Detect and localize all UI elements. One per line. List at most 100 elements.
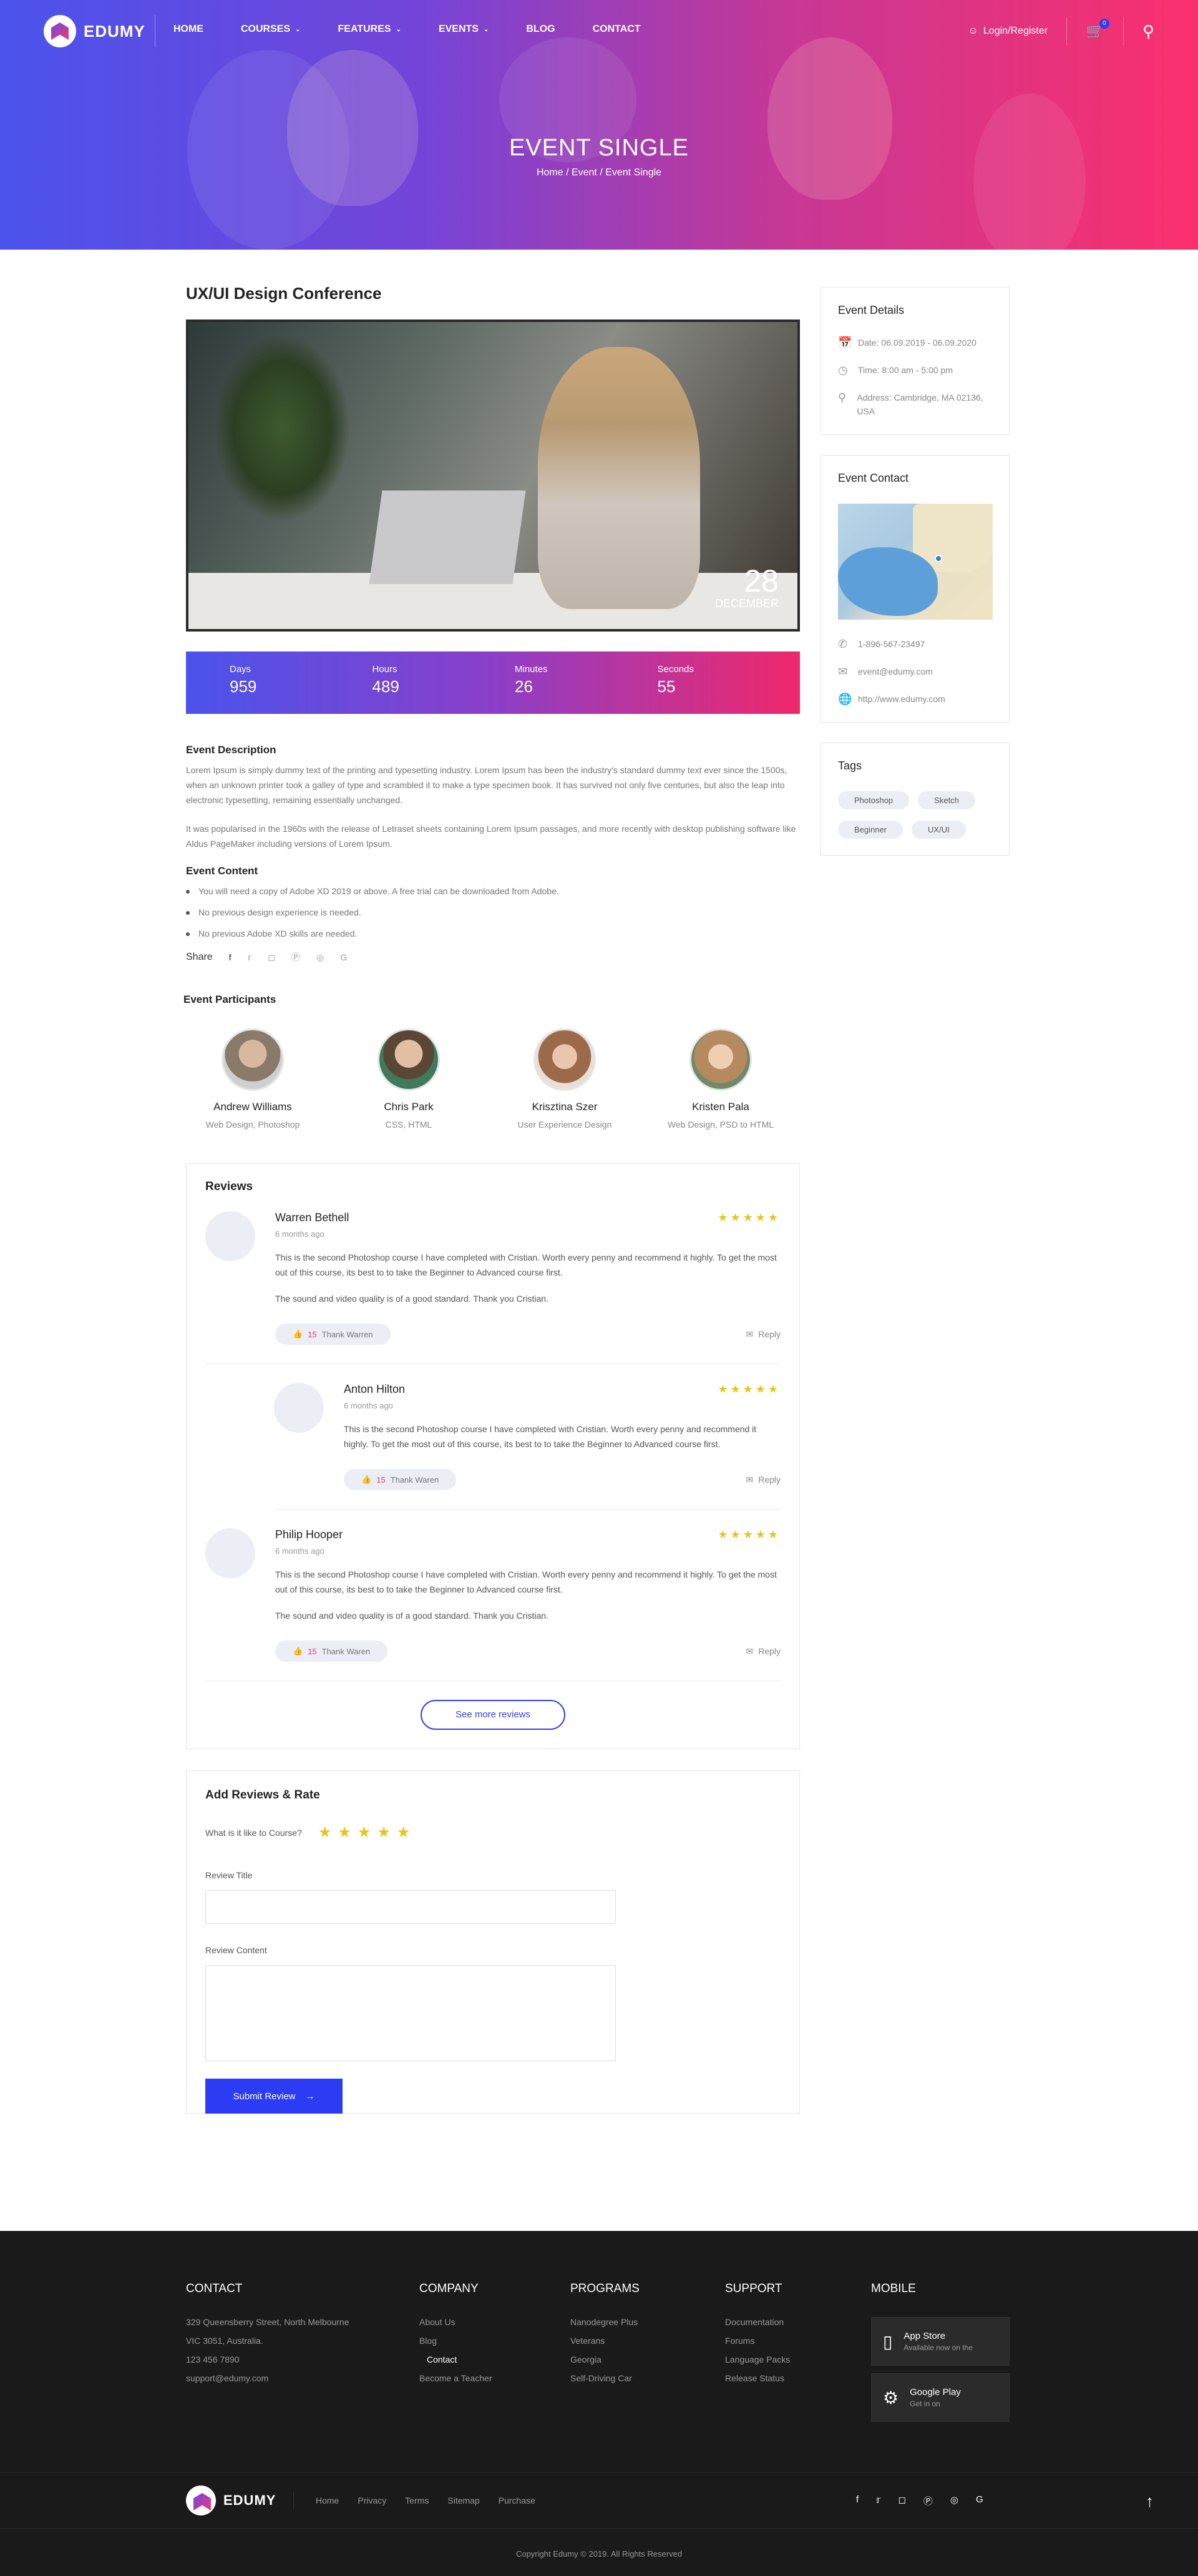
reply-button[interactable]: ✉ Reply: [746, 1475, 781, 1485]
twitter-icon[interactable]: 𝕣: [248, 952, 252, 963]
search-button[interactable]: ⚲: [1123, 17, 1154, 45]
reply-button[interactable]: ✉ Reply: [746, 1646, 781, 1657]
footer-link[interactable]: Georgia: [570, 2354, 640, 2364]
facebook-icon[interactable]: f: [856, 2494, 859, 2507]
cart-button[interactable]: 🛒 0: [1086, 18, 1109, 41]
event-location-map[interactable]: [838, 504, 993, 620]
participant-role: CSS, HTML: [385, 1120, 432, 1129]
participant-card[interactable]: Krisztina Szer User Experience Design: [487, 1028, 643, 1129]
footer-logo[interactable]: EDUMY: [186, 2486, 276, 2515]
add-review-heading: Add Reviews & Rate: [205, 1788, 320, 1802]
contact-email-text[interactable]: event@edumy.com: [858, 665, 933, 678]
review-title-input[interactable]: [205, 1890, 616, 1924]
nav-item-features[interactable]: FEATURES ⌄: [338, 24, 401, 35]
copyright-text: Copyright Edumy © 2019. All Rights Reser…: [515, 2549, 683, 2559]
footer-bottom-link[interactable]: Purchase: [499, 2496, 535, 2505]
contact-website-row: 🌐 http://www.edumy.com: [838, 692, 991, 706]
thank-button[interactable]: 👍 15 Thank Waren: [275, 1641, 388, 1662]
footer-bottom-link[interactable]: Sitemap: [447, 2496, 479, 2505]
tag-chip[interactable]: Photoshop: [838, 791, 910, 809]
reviews-section: Reviews ★★★★★ Warren Bethell 6 months ag…: [186, 1163, 800, 1749]
pinterest-icon[interactable]: Ⓟ: [291, 951, 300, 964]
dribbble-icon[interactable]: ◎: [316, 952, 324, 963]
logo-text: EDUMY: [84, 21, 145, 41]
event-address-row: ⚲ Address: Cambridge, MA 02136, USA: [838, 391, 991, 418]
facebook-icon[interactable]: f: [229, 952, 231, 962]
nav-item-courses[interactable]: COURSES ⌄: [241, 24, 301, 35]
footer-bottom-link[interactable]: Privacy: [358, 2496, 386, 2505]
tag-chip[interactable]: Sketch: [918, 791, 975, 809]
breadcrumb: Home / Event / Event Single: [536, 167, 662, 178]
tag-chip[interactable]: Beginner: [838, 821, 903, 839]
thank-label: Thank Waren: [390, 1475, 439, 1485]
see-more-reviews-button[interactable]: See more reviews: [421, 1700, 565, 1730]
reply-label: Reply: [758, 1475, 781, 1485]
twitter-icon[interactable]: 𝕣: [876, 2494, 880, 2507]
google-icon[interactable]: G: [976, 2494, 983, 2507]
page-hero: EDUMY HOME COURSES ⌄ FEATURES ⌄ EVENTS ⌄ BL…: [0, 0, 1198, 250]
participant-card[interactable]: Chris Park CSS, HTML: [331, 1028, 487, 1129]
login-register-link[interactable]: ☺ Login/Register: [968, 17, 1068, 45]
contact-website-link[interactable]: http://www.edumy.com: [858, 692, 945, 706]
arrow-right-icon: →: [305, 2091, 315, 2102]
scroll-to-top-button[interactable]: ↑: [1146, 2492, 1154, 2511]
participant-role: User Experience Design: [517, 1120, 612, 1129]
footer-bottom-link[interactable]: Home: [316, 2496, 339, 2505]
footer-divider: [293, 2492, 294, 2510]
participant-card[interactable]: Kristen Pala Web Design, PSD to HTML: [643, 1028, 799, 1129]
footer-link[interactable]: Release Status: [725, 2373, 790, 2383]
thank-button[interactable]: 👍 15 Thank Waren: [344, 1469, 457, 1490]
footer-heading: COMPANY: [419, 2282, 479, 2295]
footer-link[interactable]: Self-Driving Car: [570, 2373, 640, 2383]
footer-link[interactable]: Documentation: [725, 2317, 790, 2327]
store-name: Google Play: [910, 2387, 961, 2398]
add-review-form: Add Reviews & Rate What is it like to Co…: [186, 1770, 800, 2114]
countdown-days: Days 959: [230, 664, 373, 714]
reply-button[interactable]: ✉ Reply: [746, 1329, 781, 1340]
footer-bottom-link[interactable]: Terms: [405, 2496, 429, 2505]
footer-link[interactable]: About Us: [419, 2317, 492, 2327]
footer-link[interactable]: Forums: [725, 2336, 790, 2346]
dribbble-icon[interactable]: ◎: [950, 2494, 958, 2507]
site-logo[interactable]: EDUMY: [44, 15, 145, 47]
nav-item-home[interactable]: HOME: [173, 24, 203, 35]
event-address-text: Address: Cambridge, MA 02136, USA: [857, 393, 983, 416]
rating-star-input[interactable]: ★★★★★: [318, 1823, 417, 1842]
tags-list: Photoshop Sketch Beginner UX/UI: [838, 791, 991, 839]
android-icon: ⚙: [883, 2388, 899, 2408]
countdown-value: 959: [230, 677, 257, 696]
instagram-icon[interactable]: ◻: [268, 952, 275, 963]
share-label: Share: [186, 952, 213, 962]
submit-review-button[interactable]: Submit Review →: [205, 2079, 343, 2114]
thank-button[interactable]: 👍 15 Thank Warren: [275, 1324, 391, 1345]
footer-link[interactable]: Veterans: [570, 2336, 640, 2346]
footer-contact-line: VIC 3051, Australia.: [186, 2336, 263, 2346]
participant-role: Web Design, Photoshop: [205, 1120, 300, 1129]
participant-card[interactable]: Andrew Williams Web Design, Photoshop: [175, 1028, 331, 1129]
google-play-button[interactable]: ⚙ Google Play Get in on: [871, 2373, 1010, 2422]
tag-chip[interactable]: UX/UI: [912, 821, 966, 839]
footer-link[interactable]: Become a Teacher: [419, 2373, 492, 2383]
nav-item-events[interactable]: EVENTS ⌄: [439, 24, 489, 35]
footer-heading: SUPPORT: [725, 2282, 782, 2295]
footer-link[interactable]: Blog: [419, 2336, 492, 2346]
event-details-box: Event Details 📅 Date: 06.09.2019 - 06.09…: [820, 287, 1010, 435]
footer-mobile-column: MOBILE ▯ App Store Available now on the …: [871, 2282, 1010, 2429]
footer-contact-line[interactable]: support@edumy.com: [186, 2373, 349, 2383]
clock-icon: ◷: [838, 364, 848, 376]
review-content-textarea[interactable]: [205, 1965, 616, 2061]
rating-question-label: What is it like to Course?: [205, 1827, 302, 1838]
nav-item-contact[interactable]: CONTACT: [593, 24, 641, 35]
avatar: [689, 1028, 752, 1091]
app-store-button[interactable]: ▯ App Store Available now on the: [871, 2317, 1010, 2366]
submit-label: Submit Review: [233, 2091, 296, 2102]
user-icon: ☺: [968, 26, 978, 36]
pinterest-icon[interactable]: Ⓟ: [923, 2494, 933, 2507]
google-icon[interactable]: G: [340, 952, 347, 962]
nav-item-blog[interactable]: BLOG: [526, 24, 555, 35]
countdown-label: Seconds: [657, 664, 694, 675]
instagram-icon[interactable]: ◻: [898, 2494, 905, 2507]
footer-link[interactable]: Language Packs: [725, 2354, 790, 2364]
footer-link[interactable]: Nanodegree Plus: [570, 2317, 640, 2327]
footer-link[interactable]: Contact: [419, 2354, 492, 2364]
